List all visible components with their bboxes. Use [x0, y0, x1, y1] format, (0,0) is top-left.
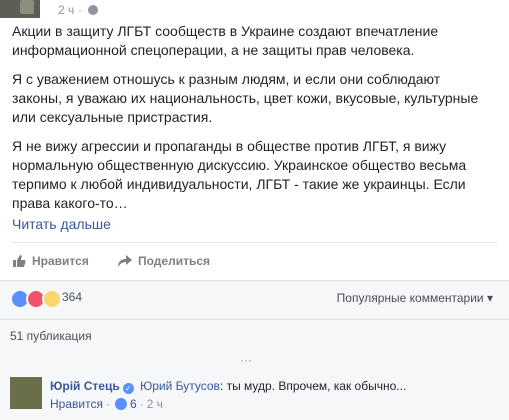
like-reaction-icon — [114, 398, 127, 410]
chevron-down-icon: ▾ — [486, 291, 493, 305]
post-paragraph: Я с уважением отношусь к разным людям, и… — [12, 71, 479, 125]
share-label: Поделиться — [138, 254, 211, 268]
post-paragraph: Акции в защиту ЛГБТ сообществ в Украине … — [12, 23, 439, 58]
comment: Юрій Стець ✓ Юрий Бутусов: ты мудр. Впроч… — [0, 367, 509, 420]
thumbs-up-icon — [12, 254, 26, 268]
wow-reaction-icon — [42, 289, 62, 309]
ellipsis-icon[interactable]: ··· — [240, 353, 252, 367]
comment-line: Юрій Стець ✓ Юрий Бутусов: ты мудр. Впроч… — [50, 379, 406, 394]
post-actions: Нравится Поделиться — [12, 246, 492, 276]
reactions-bar: 364 Популярные комментарии ▾ — [0, 281, 509, 319]
share-button[interactable]: Поделиться — [118, 254, 210, 268]
comment-meta: Нравится · 6 · 2 ч — [50, 397, 163, 411]
comment-text: : ты мудр. Впрочем, как обычно... — [219, 379, 407, 393]
reaction-count[interactable]: 364 — [62, 290, 82, 304]
verified-badge-icon: ✓ — [122, 383, 134, 394]
globe-icon[interactable] — [88, 5, 98, 15]
post-paragraph: Я не вижу агрессии и пропаганды в общест… — [12, 138, 467, 211]
comment-mention[interactable]: Юрий Бутусов — [140, 379, 220, 393]
sort-label: Популярные комментарии — [336, 291, 484, 305]
comment-author[interactable]: Юрій Стець — [50, 379, 120, 393]
comment-like-button[interactable]: Нравится — [50, 397, 103, 411]
comment-timestamp[interactable]: 2 ч — [147, 397, 163, 411]
publications-row: 51 публикация — [0, 319, 509, 354]
divider — [12, 242, 497, 243]
post-header: 2 ч · — [0, 0, 509, 22]
read-more-link[interactable]: Читать дальше — [12, 216, 111, 232]
comment-sort-dropdown[interactable]: Популярные комментарии ▾ — [337, 291, 493, 305]
reaction-icons[interactable] — [10, 289, 62, 309]
more-comments-row: ··· — [0, 353, 509, 367]
meta-separator: · — [105, 397, 110, 411]
author-avatar[interactable] — [0, 0, 40, 18]
header-separator: · — [78, 3, 82, 17]
post-body: Акции в защиту ЛГБТ сообществ в Украине … — [12, 22, 492, 223]
commenter-avatar[interactable] — [10, 377, 42, 409]
comment-like-count[interactable]: 6 — [130, 397, 137, 411]
post-timestamp[interactable]: 2 ч — [58, 3, 74, 17]
like-label: Нравится — [32, 254, 89, 268]
share-icon — [118, 254, 132, 268]
like-button[interactable]: Нравится — [12, 254, 89, 268]
facebook-post: 2 ч · Акции в защиту ЛГБТ сообществ в Ук… — [0, 0, 509, 420]
meta-separator: · — [139, 397, 144, 411]
publications-link[interactable]: 51 публикация — [10, 329, 92, 343]
